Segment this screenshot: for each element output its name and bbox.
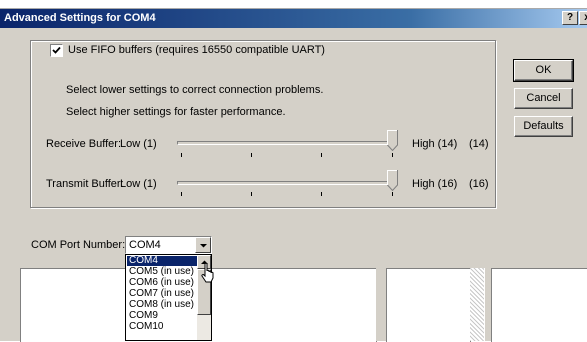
hint-higher: Select higher settings for faster perfor…: [66, 106, 286, 118]
cancel-button[interactable]: Cancel: [514, 88, 573, 109]
background-window-top: [0, 0, 587, 8]
transmit-tick-4: [392, 192, 393, 196]
background-panel-middle: [386, 268, 471, 342]
transmit-buffer-track[interactable]: [177, 181, 397, 185]
transmit-buffer-high-label: High (16): [412, 178, 458, 190]
com-port-option[interactable]: COM7 (in use): [127, 289, 197, 299]
ok-button[interactable]: OK: [513, 59, 574, 82]
receive-tick-1: [181, 153, 182, 157]
receive-buffer-low-label: Low (1): [120, 138, 157, 150]
title-bar[interactable]: Advanced Settings for COM4 ? x: [0, 9, 587, 28]
receive-buffer-high-label: High (14): [412, 138, 458, 150]
fifo-checkbox-row[interactable]: Use FIFO buffers (requires 16550 compati…: [47, 43, 328, 57]
com-port-option[interactable]: COM8 (in use): [127, 300, 197, 310]
background-divider: [376, 268, 386, 341]
receive-buffer-slider-thumb[interactable]: [387, 130, 398, 151]
com-port-select[interactable]: COM4: [125, 236, 212, 254]
com-port-option[interactable]: COM9: [127, 311, 197, 321]
dialog-title: Advanced Settings for COM4: [4, 12, 156, 24]
receive-tick-4: [392, 153, 393, 157]
transmit-buffer-slider-thumb[interactable]: [387, 170, 398, 191]
checkmark-icon: [52, 46, 61, 54]
close-button[interactable]: x: [579, 11, 587, 25]
com-port-selected-value: COM4: [129, 239, 161, 251]
fifo-checkbox[interactable]: [50, 43, 63, 57]
defaults-button[interactable]: Defaults: [514, 116, 573, 137]
hint-lower: Select lower settings to correct connect…: [66, 84, 324, 96]
receive-buffer-value: (14): [469, 138, 489, 150]
background-scrollbar: [470, 268, 484, 341]
receive-buffer-label: Receive Buffer:: [46, 138, 122, 150]
com-port-option[interactable]: COM10: [127, 322, 197, 332]
receive-tick-3: [321, 153, 322, 157]
transmit-buffer-label: Transmit Buffer:: [46, 178, 124, 190]
chevron-down-icon: [200, 244, 207, 248]
transmit-buffer-low-label: Low (1): [120, 178, 157, 190]
hand-cursor-icon: [201, 263, 214, 283]
transmit-tick-3: [321, 192, 322, 196]
com-port-option[interactable]: COM6 (in use): [127, 278, 197, 288]
transmit-tick-2: [251, 192, 252, 196]
com-port-option[interactable]: COM4: [127, 256, 197, 266]
com-port-dropdown-list[interactable]: COM4 COM5 (in use) COM6 (in use) COM7 (i…: [125, 254, 212, 341]
com-port-dropdown-button[interactable]: [195, 237, 211, 253]
help-button[interactable]: ?: [562, 11, 578, 25]
transmit-buffer-value: (16): [469, 178, 489, 190]
receive-tick-2: [251, 153, 252, 157]
fifo-checkbox-label: Use FIFO buffers (requires 16550 compati…: [68, 44, 325, 56]
transmit-tick-1: [181, 192, 182, 196]
receive-buffer-track[interactable]: [177, 141, 397, 145]
com-port-label: COM Port Number:: [31, 239, 126, 251]
com-port-option[interactable]: COM5 (in use): [127, 267, 197, 277]
background-panel-right: [491, 268, 587, 342]
